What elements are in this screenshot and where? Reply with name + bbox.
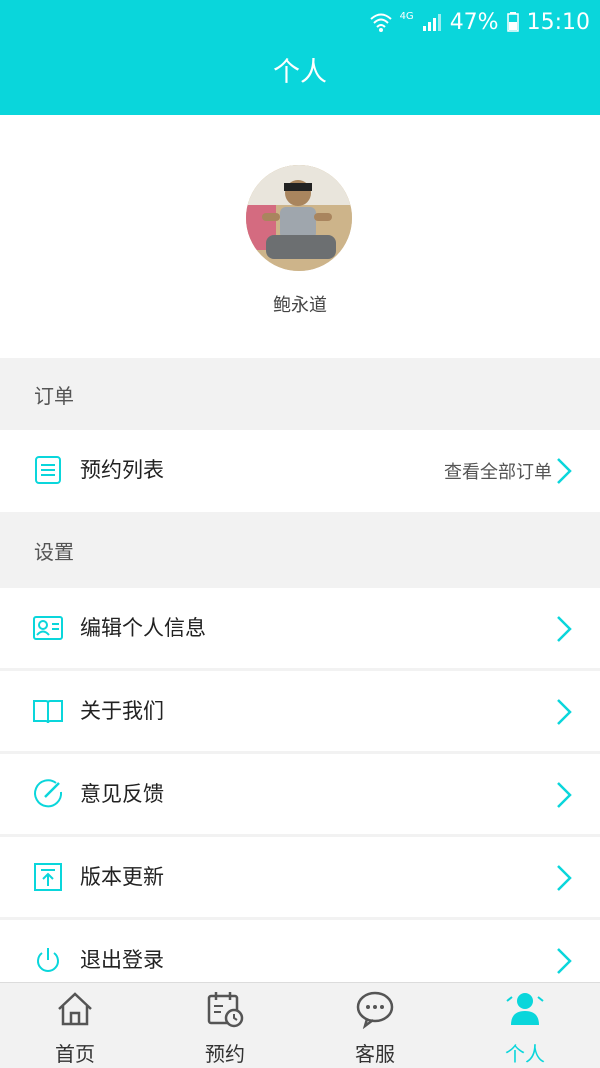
logout-row[interactable]: 退出登录 [0,920,600,982]
clock: 15:10 [526,9,590,35]
bottom-tab-bar: 首页 预约 客服 个人 [0,982,600,1068]
signal-icon [422,14,441,31]
username: 鲍永道 [273,295,327,316]
battery-percent: 47% [449,9,499,35]
chevron-right-icon [557,782,572,808]
book-icon [33,700,63,724]
about-us-row[interactable]: 关于我们 [0,671,600,751]
calendar-clock-icon [207,992,244,1028]
feedback-label: 意见反馈 [80,782,164,806]
chevron-right-icon [557,948,572,974]
tab-label: 预约 [205,1042,245,1066]
chevron-right-icon [557,865,572,891]
section-title: 订单 [34,384,74,408]
section-header-settings: 设置 [0,514,600,588]
appointment-list-row[interactable]: 预约列表 查看全部订单 [0,430,600,512]
section-header-order: 订单 [0,358,600,430]
user-icon [506,993,544,1025]
power-icon [37,948,59,972]
wifi-icon [369,13,392,32]
upload-icon [34,863,62,891]
about-us-label: 关于我们 [80,699,164,723]
tab-appointment[interactable]: 预约 [150,983,300,1068]
list-document-icon [35,456,61,484]
battery-icon [506,12,519,32]
tab-personal[interactable]: 个人 [450,983,600,1068]
chevron-right-icon [557,458,572,484]
top-bar: 4G 47% 15:10 个人 [0,0,600,115]
profile-card: 鲍永道 [0,115,600,358]
chat-bubble-icon [356,991,394,1029]
avatar[interactable] [246,165,352,271]
edit-profile-row[interactable]: 编辑个人信息 [0,588,600,668]
version-update-row[interactable]: 版本更新 [0,837,600,917]
tab-home[interactable]: 首页 [0,983,150,1068]
status-bar: 4G 47% 15:10 [369,8,590,36]
tab-label: 个人 [505,1042,545,1066]
edit-profile-label: 编辑个人信息 [80,616,206,640]
feedback-icon [34,779,63,808]
feedback-row[interactable]: 意见反馈 [0,754,600,834]
tab-label: 客服 [355,1042,395,1066]
avatar-photo [246,165,352,271]
tab-label: 首页 [55,1042,95,1066]
profile-card-icon [33,616,63,640]
section-title: 设置 [34,540,74,564]
appointment-list-label: 预约列表 [80,458,164,482]
view-all-orders-link[interactable]: 查看全部订单 [444,458,552,484]
network-type: 4G [399,10,414,22]
logout-label: 退出登录 [80,948,164,972]
page-title: 个人 [273,57,327,88]
chevron-right-icon [557,699,572,725]
version-update-label: 版本更新 [80,865,164,889]
tab-customer-service[interactable]: 客服 [300,983,450,1068]
home-icon [58,992,92,1026]
chevron-right-icon [557,616,572,642]
